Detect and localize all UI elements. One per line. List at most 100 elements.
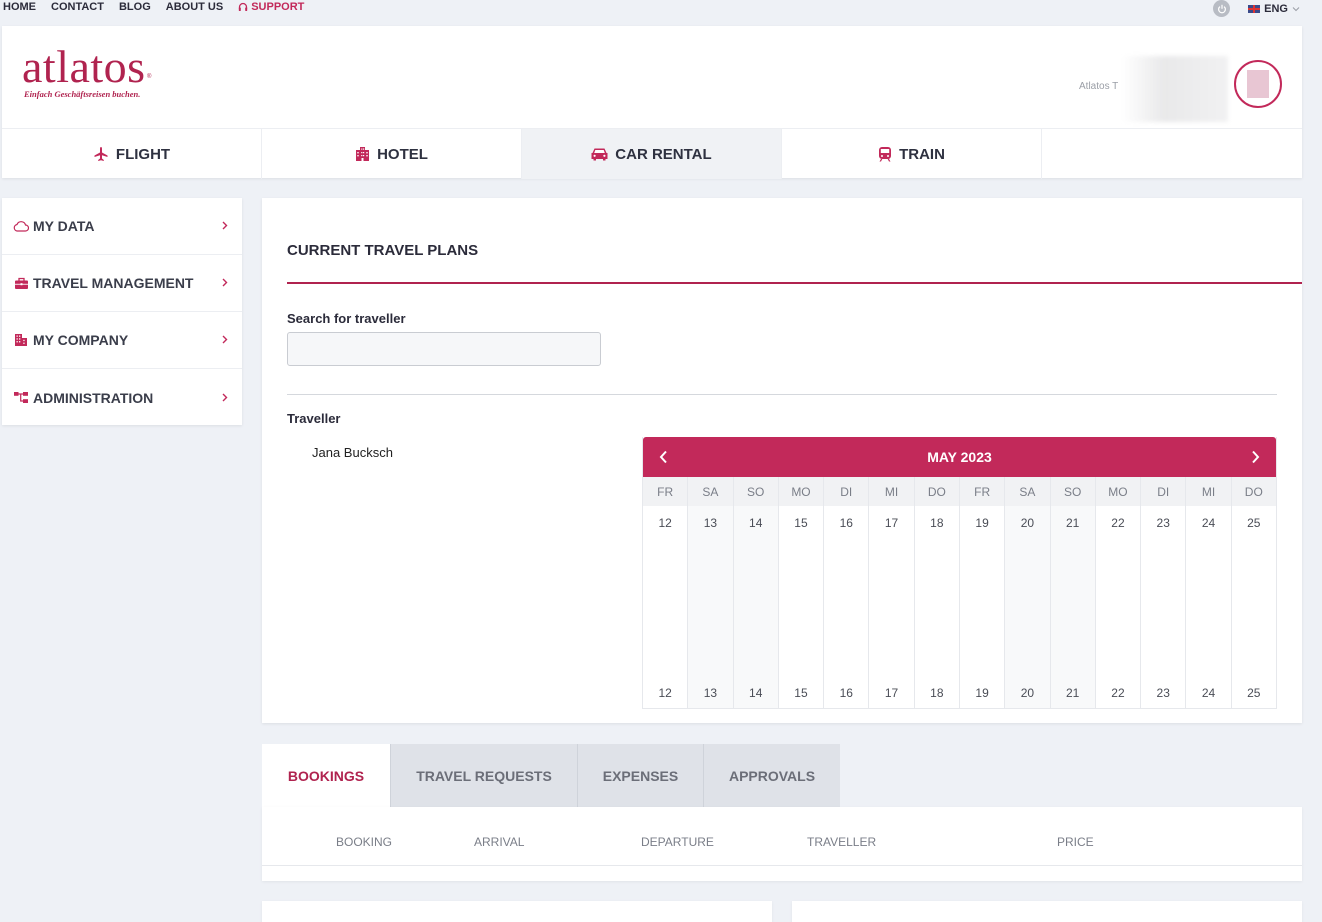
sidebar-item-travel-management[interactable]: TRAVEL MANAGEMENT xyxy=(2,255,242,312)
column-header-arrival[interactable]: ARRIVAL xyxy=(474,835,524,849)
tab-train-label: TRAIN xyxy=(899,145,945,163)
user-name: Atlatos T xyxy=(1079,81,1119,92)
calendar-day-column[interactable]: FR 12 12 xyxy=(643,477,689,708)
logo[interactable]: atlatos ® Einfach Geschäftsreisen buchen… xyxy=(22,44,151,100)
day-number: 25 xyxy=(1247,516,1261,530)
calendar-day-column[interactable]: FR 19 19 xyxy=(959,477,1006,708)
day-number: 20 xyxy=(1020,516,1035,530)
calendar-day-column[interactable]: SO 21 21 xyxy=(1050,477,1096,708)
day-number-bottom: 20 xyxy=(1020,686,1035,700)
top-nav: HOME CONTACT BLOG ABOUT US SUPPORT xyxy=(3,1,304,13)
day-number: 17 xyxy=(884,516,899,530)
tab-approvals[interactable]: APPROVALS xyxy=(704,744,840,807)
chevron-left-icon xyxy=(659,450,667,464)
calendar-day-column[interactable]: SO 14 14 xyxy=(733,477,779,708)
tab-train[interactable]: TRAIN xyxy=(782,129,1042,179)
tab-car-rental[interactable]: CAR RENTAL xyxy=(522,129,782,179)
bookings-table: BOOKING ARRIVAL DEPARTURE TRAVELLER PRIC… xyxy=(262,807,1302,881)
tab-car-rental-label: CAR RENTAL xyxy=(615,145,712,163)
sidebar-item-label: MY DATA xyxy=(33,218,95,234)
sidebar-item-my-data[interactable]: MY DATA xyxy=(2,198,242,255)
logout-button[interactable] xyxy=(1213,0,1231,17)
language-label: ENG xyxy=(1264,2,1288,15)
day-number-bottom: 25 xyxy=(1247,686,1261,700)
language-selector[interactable]: ENG xyxy=(1248,3,1300,15)
tab-bookings[interactable]: BOOKINGS xyxy=(262,744,391,807)
chevron-right-icon xyxy=(222,391,228,405)
day-number-bottom: 21 xyxy=(1065,686,1080,700)
headset-icon xyxy=(239,2,248,11)
tab-expenses[interactable]: EXPENSES xyxy=(578,744,704,807)
sidebar: MY DATA TRAVEL MANAGEMENT MY COMPANY ADM… xyxy=(2,198,242,425)
day-number-bottom: 24 xyxy=(1201,686,1216,700)
plane-icon xyxy=(94,147,108,161)
tab-flight-label: FLIGHT xyxy=(115,145,171,163)
column-header-booking[interactable]: BOOKING xyxy=(336,835,392,849)
company-icon xyxy=(12,333,30,347)
nav-about-link[interactable]: ABOUT US xyxy=(166,1,223,13)
page-title: CURRENT TRAVEL PLANS xyxy=(287,242,479,259)
avatar-image xyxy=(1247,70,1269,98)
chevron-right-icon xyxy=(222,276,228,290)
bottom-card-right xyxy=(792,901,1302,922)
briefcase-icon xyxy=(12,277,30,290)
day-name: DI xyxy=(1141,477,1186,506)
top-right: ENG xyxy=(1213,0,1300,17)
avatar[interactable] xyxy=(1234,60,1282,108)
nav-blog-link[interactable]: BLOG xyxy=(119,1,151,13)
day-name: FR xyxy=(643,477,688,506)
calendar-day-column[interactable]: DO 18 18 xyxy=(914,477,960,708)
nav-contact-link[interactable]: CONTACT xyxy=(51,1,104,13)
building-icon xyxy=(356,147,370,161)
sidebar-item-my-company[interactable]: MY COMPANY xyxy=(2,312,242,369)
calendar-day-column[interactable]: DI 16 16 xyxy=(824,477,870,708)
column-header-departure[interactable]: DEPARTURE xyxy=(641,835,714,849)
traveller-name[interactable]: Jana Bucksch xyxy=(312,445,393,460)
day-number: 23 xyxy=(1156,516,1170,530)
tab-hotel-label: HOTEL xyxy=(377,145,428,163)
column-header-traveller[interactable]: TRAVELLER xyxy=(807,835,876,849)
search-label: Search for traveller xyxy=(287,311,406,326)
calendar-day-column[interactable]: MO 15 15 xyxy=(778,477,825,708)
day-name: FR xyxy=(959,477,1005,506)
power-icon xyxy=(1217,4,1226,13)
table-header-divider xyxy=(262,865,1302,866)
day-number: 22 xyxy=(1111,516,1125,530)
calendar-day-column[interactable]: SA 13 13 xyxy=(688,477,734,708)
day-name: MO xyxy=(1095,477,1141,506)
day-number: 15 xyxy=(794,516,808,530)
calendar-day-column[interactable]: DO 25 25 xyxy=(1231,477,1276,708)
travel-plans-card: CURRENT TRAVEL PLANS Search for travelle… xyxy=(262,198,1302,723)
sidebar-item-label: TRAVEL MANAGEMENT xyxy=(33,275,194,291)
title-divider xyxy=(287,282,1302,284)
calendar-day-column[interactable]: MI 17 17 xyxy=(869,477,915,708)
tab-flight[interactable]: FLIGHT xyxy=(2,129,262,179)
day-number: 21 xyxy=(1065,516,1080,530)
calendar-day-column[interactable]: MO 22 22 xyxy=(1095,477,1142,708)
day-name: DO xyxy=(1231,477,1276,506)
tab-hotel[interactable]: HOTEL xyxy=(262,129,522,179)
calendar-day-column[interactable]: DI 23 23 xyxy=(1141,477,1187,708)
day-number-bottom: 22 xyxy=(1111,686,1125,700)
sidebar-item-administration[interactable]: ADMINISTRATION xyxy=(2,369,242,426)
nav-home-link[interactable]: HOME xyxy=(3,1,36,13)
sidebar-item-label: MY COMPANY xyxy=(33,332,129,348)
car-icon xyxy=(591,148,608,161)
calendar-day-column[interactable]: SA 20 20 xyxy=(1005,477,1051,708)
calendar-prev-button[interactable] xyxy=(653,447,673,467)
day-number-bottom: 23 xyxy=(1156,686,1170,700)
section-divider xyxy=(287,394,1277,395)
traveller-label: Traveller xyxy=(287,411,341,426)
day-name: DI xyxy=(824,477,869,506)
top-bar: HOME CONTACT BLOG ABOUT US SUPPORT ENG xyxy=(0,0,1322,18)
column-header-price[interactable]: PRICE xyxy=(1057,835,1094,849)
day-number-bottom: 19 xyxy=(975,686,989,700)
traveller-search-input[interactable] xyxy=(287,332,601,366)
day-name: DO xyxy=(914,477,959,506)
nav-support-link[interactable]: SUPPORT xyxy=(238,1,304,13)
day-number-bottom: 13 xyxy=(703,686,718,700)
tab-travel-requests[interactable]: TRAVEL REQUESTS xyxy=(391,744,578,807)
calendar-next-button[interactable] xyxy=(1246,447,1266,467)
calendar-day-column[interactable]: MI 24 24 xyxy=(1186,477,1232,708)
calendar: MAY 2023 FR 12 12 SA 13 13 SO 14 14 MO 15 15 DI 1… xyxy=(642,437,1277,709)
